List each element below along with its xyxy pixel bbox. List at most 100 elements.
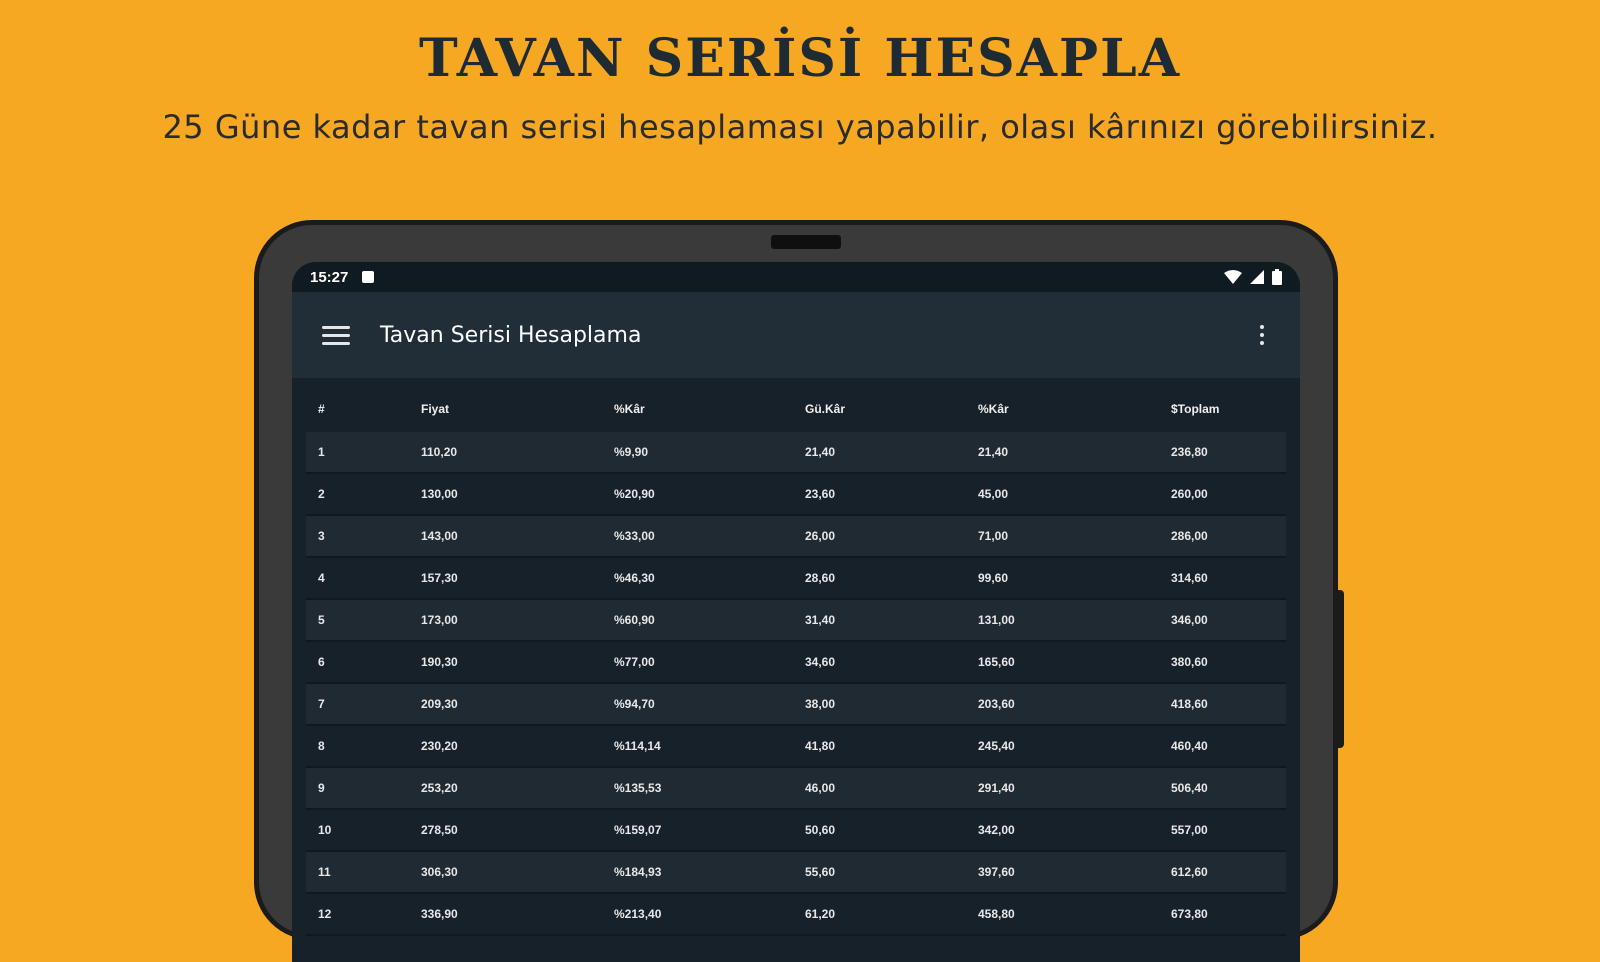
table-header-row: # Fiyat %Kâr Gü.Kâr %Kâr $Toplam xyxy=(306,386,1286,432)
header-price: Fiyat xyxy=(421,402,450,416)
cell-total: 557,00 xyxy=(1159,809,1286,852)
cell-total: 506,40 xyxy=(1159,767,1286,810)
cell-percent-profit: %159,07 xyxy=(602,809,793,852)
cell-percent-profit: %9,90 xyxy=(602,432,793,474)
cell-price: 253,20 xyxy=(409,767,602,810)
cell-percent-profit: %213,40 xyxy=(602,893,793,936)
more-vert-icon[interactable] xyxy=(1254,321,1270,349)
cell-total-profit: 291,40 xyxy=(966,767,1159,810)
header-daily-profit: Gü.Kâr xyxy=(805,402,846,416)
cell-price: 130,00 xyxy=(409,473,602,516)
cell-index: 3 xyxy=(306,515,409,558)
cell-percent-profit: %184,93 xyxy=(602,851,793,894)
cell-index: 7 xyxy=(306,683,409,726)
promo-subtitle: 25 Güne kadar tavan serisi hesaplaması y… xyxy=(162,108,1438,146)
table-row: 6 190,30 %77,00 34,60 165,60 380,60 xyxy=(306,641,1286,684)
cell-index: 11 xyxy=(306,851,409,894)
cell-price: 230,20 xyxy=(409,725,602,768)
cell-daily-profit: 41,80 xyxy=(793,725,966,768)
series-table: # Fiyat %Kâr Gü.Kâr %Kâr $Toplam 1 110,20… xyxy=(306,386,1286,936)
cell-total-profit: 165,60 xyxy=(966,641,1159,684)
table-row: 8 230,20 %114,14 41,80 245,40 460,40 xyxy=(306,725,1286,768)
cell-daily-profit: 23,60 xyxy=(793,473,966,516)
table-row: 4 157,30 %46,30 28,60 99,60 314,60 xyxy=(306,557,1286,600)
cell-index: 2 xyxy=(306,473,409,516)
table-body: 1 110,20 %9,90 21,40 21,40 236,80 2 130,00 %20,9… xyxy=(306,432,1286,936)
table-row: 7 209,30 %94,70 38,00 203,60 418,60 xyxy=(306,683,1286,726)
cell-daily-profit: 31,40 xyxy=(793,599,966,642)
cell-daily-profit: 55,60 xyxy=(793,851,966,894)
cell-percent-profit: %135,53 xyxy=(602,767,793,810)
cell-total: 418,60 xyxy=(1159,683,1286,726)
notification-icon xyxy=(362,271,375,283)
cell-total: 260,00 xyxy=(1159,473,1286,516)
cell-index: 5 xyxy=(306,599,409,642)
battery-icon xyxy=(1272,269,1282,285)
cell-percent-profit: %20,90 xyxy=(602,473,793,516)
promo-title: TAVAN SERİSİ HESAPLA xyxy=(418,28,1182,89)
header-index: # xyxy=(318,402,325,416)
cell-percent-profit: %114,14 xyxy=(602,725,793,768)
cell-percent-profit: %33,00 xyxy=(602,515,793,558)
table-row: 1 110,20 %9,90 21,40 21,40 236,80 xyxy=(306,432,1286,474)
cell-total-profit: 21,40 xyxy=(966,432,1159,474)
cell-price: 306,30 xyxy=(409,851,602,894)
cell-total: 346,00 xyxy=(1159,599,1286,642)
cell-total-profit: 45,00 xyxy=(966,473,1159,516)
app-bar: Tavan Serisi Hesaplama xyxy=(292,292,1300,378)
cell-index: 1 xyxy=(306,432,409,474)
cell-total-profit: 342,00 xyxy=(966,809,1159,852)
cell-total-profit: 458,80 xyxy=(966,893,1159,936)
cell-daily-profit: 50,60 xyxy=(793,809,966,852)
cell-price: 278,50 xyxy=(409,809,602,852)
wifi-icon xyxy=(1224,270,1242,284)
cell-total-profit: 99,60 xyxy=(966,557,1159,600)
status-bar: 15:27 xyxy=(292,262,1300,292)
cell-total: 460,40 xyxy=(1159,725,1286,768)
cell-total: 236,80 xyxy=(1159,432,1286,474)
camera-notch xyxy=(771,235,841,249)
side-button xyxy=(1336,590,1344,748)
table-row: 11 306,30 %184,93 55,60 397,60 612,60 xyxy=(306,851,1286,894)
cell-price: 173,00 xyxy=(409,599,602,642)
cell-daily-profit: 21,40 xyxy=(793,432,966,474)
cell-percent-profit: %77,00 xyxy=(602,641,793,684)
cell-index: 10 xyxy=(306,809,409,852)
cell-total-profit: 245,40 xyxy=(966,725,1159,768)
cell-price: 336,90 xyxy=(409,893,602,936)
series-table-container: # Fiyat %Kâr Gü.Kâr %Kâr $Toplam 1 110,20… xyxy=(292,378,1300,936)
cell-total: 673,80 xyxy=(1159,893,1286,936)
cell-percent-profit: %60,90 xyxy=(602,599,793,642)
cell-total-profit: 131,00 xyxy=(966,599,1159,642)
cell-total-profit: 397,60 xyxy=(966,851,1159,894)
cell-total: 314,60 xyxy=(1159,557,1286,600)
cell-price: 157,30 xyxy=(409,557,602,600)
header-percent-profit: %Kâr xyxy=(614,402,645,416)
table-row: 3 143,00 %33,00 26,00 71,00 286,00 xyxy=(306,515,1286,558)
tablet-screen: 15:27 Tavan Serisi Hesaplama # Fiyat %Kâ… xyxy=(292,262,1300,962)
cell-total-profit: 71,00 xyxy=(966,515,1159,558)
cell-price: 190,30 xyxy=(409,641,602,684)
cell-daily-profit: 46,00 xyxy=(793,767,966,810)
signal-icon xyxy=(1250,270,1264,284)
table-row: 10 278,50 %159,07 50,60 342,00 557,00 xyxy=(306,809,1286,852)
cell-total-profit: 203,60 xyxy=(966,683,1159,726)
cell-daily-profit: 26,00 xyxy=(793,515,966,558)
tablet-device: 15:27 Tavan Serisi Hesaplama # Fiyat %Kâ… xyxy=(254,220,1338,962)
table-row: 12 336,90 %213,40 61,20 458,80 673,80 xyxy=(306,893,1286,936)
hamburger-menu-icon[interactable] xyxy=(322,325,350,345)
header-total: $Toplam xyxy=(1171,402,1220,416)
cell-price: 209,30 xyxy=(409,683,602,726)
cell-daily-profit: 34,60 xyxy=(793,641,966,684)
table-row: 5 173,00 %60,90 31,40 131,00 346,00 xyxy=(306,599,1286,642)
header-total-profit: %Kâr xyxy=(978,402,1009,416)
cell-total: 380,60 xyxy=(1159,641,1286,684)
status-time: 15:27 xyxy=(310,268,349,286)
cell-daily-profit: 38,00 xyxy=(793,683,966,726)
cell-price: 143,00 xyxy=(409,515,602,558)
cell-total: 612,60 xyxy=(1159,851,1286,894)
cell-price: 110,20 xyxy=(409,432,602,474)
cell-index: 4 xyxy=(306,557,409,600)
cell-daily-profit: 61,20 xyxy=(793,893,966,936)
cell-daily-profit: 28,60 xyxy=(793,557,966,600)
